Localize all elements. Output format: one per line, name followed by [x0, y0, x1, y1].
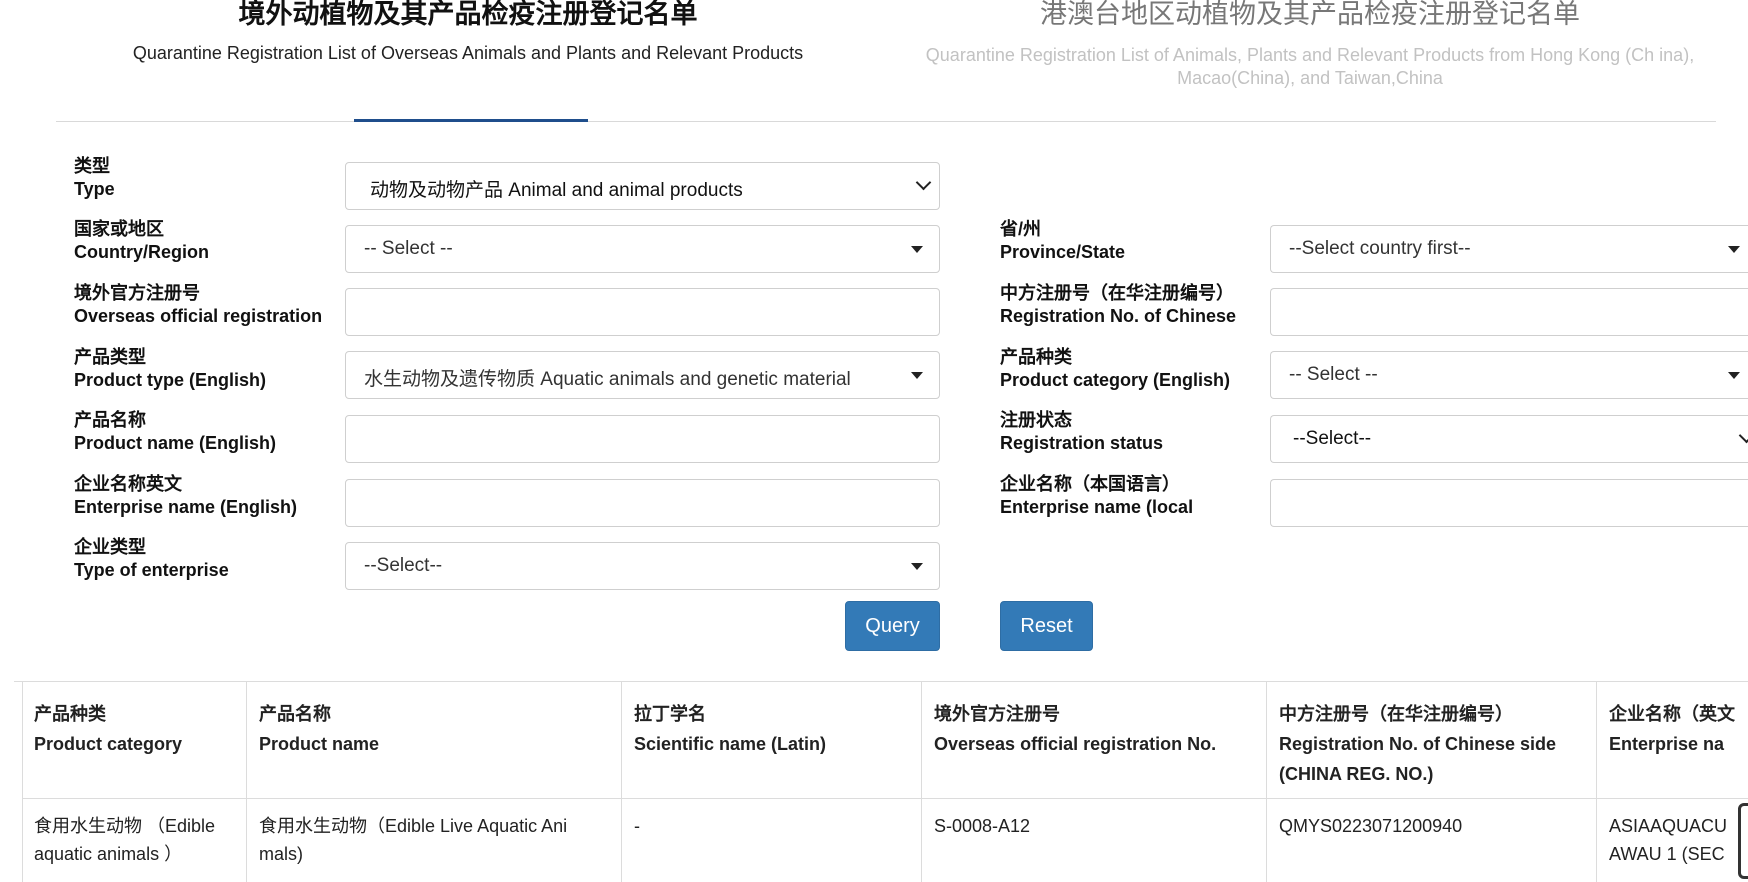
table-cell-overseas-reg: S-0008-A12 — [934, 816, 1031, 836]
column-header-product-category[interactable]: 产品种类 Product category — [34, 699, 239, 759]
country-select[interactable]: -- Select -- — [345, 225, 940, 273]
column-header-overseas-reg[interactable]: 境外官方注册号 Overseas official registration No… — [934, 699, 1264, 759]
tab-hmt-subtitle: Quarantine Registration List of Animals,… — [925, 45, 1695, 88]
table-cell-scientific-name: - — [634, 816, 640, 836]
vertical-scrollbar-thumb[interactable] — [1738, 803, 1748, 879]
province-label: 省/州 Province/State — [1000, 219, 1126, 262]
column-header-enterprise-name[interactable]: 企业名称（英文 Enterprise na — [1609, 699, 1748, 759]
enterprise-en-label: 企业名称英文 Enterprise name (English) — [74, 474, 298, 517]
tab-overseas-title: 境外动植物及其产品检疫注册登记名单 — [238, 0, 698, 30]
table-cell-enterprise-name: ASIAAQUACU AWAU 1 (SEC — [1609, 816, 1728, 864]
results-table: 产品种类 Product category 产品名称 Product name 拉丁… — [14, 681, 1748, 882]
tab-overseas-subtitle: Quarantine Registration List of Overseas… — [132, 43, 804, 63]
type-label: 类型 Type — [74, 156, 115, 199]
reg-status-label: 注册状态 Registration status — [1000, 410, 1164, 453]
country-label: 国家或地区 Country/Region — [74, 219, 209, 262]
caret-down-icon — [911, 563, 923, 570]
column-divider — [1266, 682, 1267, 882]
column-header-chinese-reg[interactable]: 中方注册号（在华注册编号） Registration No. of Chinese… — [1279, 699, 1591, 789]
table-cell-product-category: 食用水生动物 （Edible aquatic animals ） — [34, 816, 216, 864]
overseas-reg-label: 境外官方注册号 Overseas official registration — [74, 283, 323, 326]
overseas-reg-input[interactable] — [345, 288, 940, 336]
product-category-select[interactable]: -- Select -- — [1270, 351, 1748, 399]
caret-down-icon — [1728, 372, 1740, 379]
column-header-scientific-name[interactable]: 拉丁学名 Scientific name (Latin) — [634, 699, 914, 759]
product-name-label: 产品名称 Product name (English) — [74, 410, 277, 453]
caret-down-icon — [1728, 246, 1740, 253]
product-category-label: 产品种类 Product category (English) — [1000, 347, 1231, 390]
chevron-down-icon — [1738, 427, 1748, 444]
product-name-input[interactable] — [345, 415, 940, 463]
enterprise-local-label: 企业名称（本国语言） Enterprise name (local — [1000, 474, 1194, 517]
enterprise-type-label: 企业类型 Type of enterprise — [74, 537, 229, 580]
chinese-reg-input[interactable] — [1270, 288, 1748, 336]
column-divider — [921, 682, 922, 882]
product-type-label: 产品类型 Product type (English) — [74, 347, 267, 390]
tabs-divider — [56, 121, 1716, 122]
column-divider — [246, 682, 247, 882]
tab-hk-macao-taiwan[interactable]: 港澳台地区动植物及其产品检疫注册登记名单 Quarantine Registra… — [880, 0, 1740, 90]
caret-down-icon — [911, 372, 923, 379]
caret-down-icon — [911, 246, 923, 253]
active-tab-indicator — [354, 119, 588, 122]
column-header-product-name[interactable]: 产品名称 Product name — [259, 699, 614, 759]
header-row-divider — [22, 798, 1748, 799]
table-cell-chinese-reg: QMYS0223071200940 — [1279, 816, 1463, 836]
enterprise-local-input[interactable] — [1270, 479, 1748, 527]
enterprise-type-select[interactable]: --Select-- — [345, 542, 940, 590]
reg-status-select[interactable]: --Select-- — [1270, 415, 1748, 463]
reset-button[interactable]: Reset — [1000, 601, 1093, 651]
chevron-down-icon — [915, 174, 932, 191]
column-divider — [22, 682, 23, 882]
tab-hmt-title: 港澳台地区动植物及其产品检疫注册登记名单 — [1040, 0, 1580, 30]
column-divider — [1596, 682, 1597, 882]
type-select[interactable]: 动物及动物产品 Animal and animal products — [345, 162, 940, 210]
table-cell-product-name: 食用水生动物（Edible Live Aquatic Ani mals) — [259, 816, 568, 864]
tab-overseas[interactable]: 境外动植物及其产品检疫注册登记名单 Quarantine Registratio… — [48, 0, 888, 65]
chinese-reg-label: 中方注册号（在华注册编号） Registration No. of Chinese — [1000, 283, 1237, 326]
column-divider — [621, 682, 622, 882]
province-select[interactable]: --Select country first-- — [1270, 225, 1748, 273]
product-type-select[interactable]: 水生动物及遗传物质 Aquatic animals and genetic ma… — [345, 351, 940, 399]
enterprise-en-input[interactable] — [345, 479, 940, 527]
query-button[interactable]: Query — [845, 601, 940, 651]
